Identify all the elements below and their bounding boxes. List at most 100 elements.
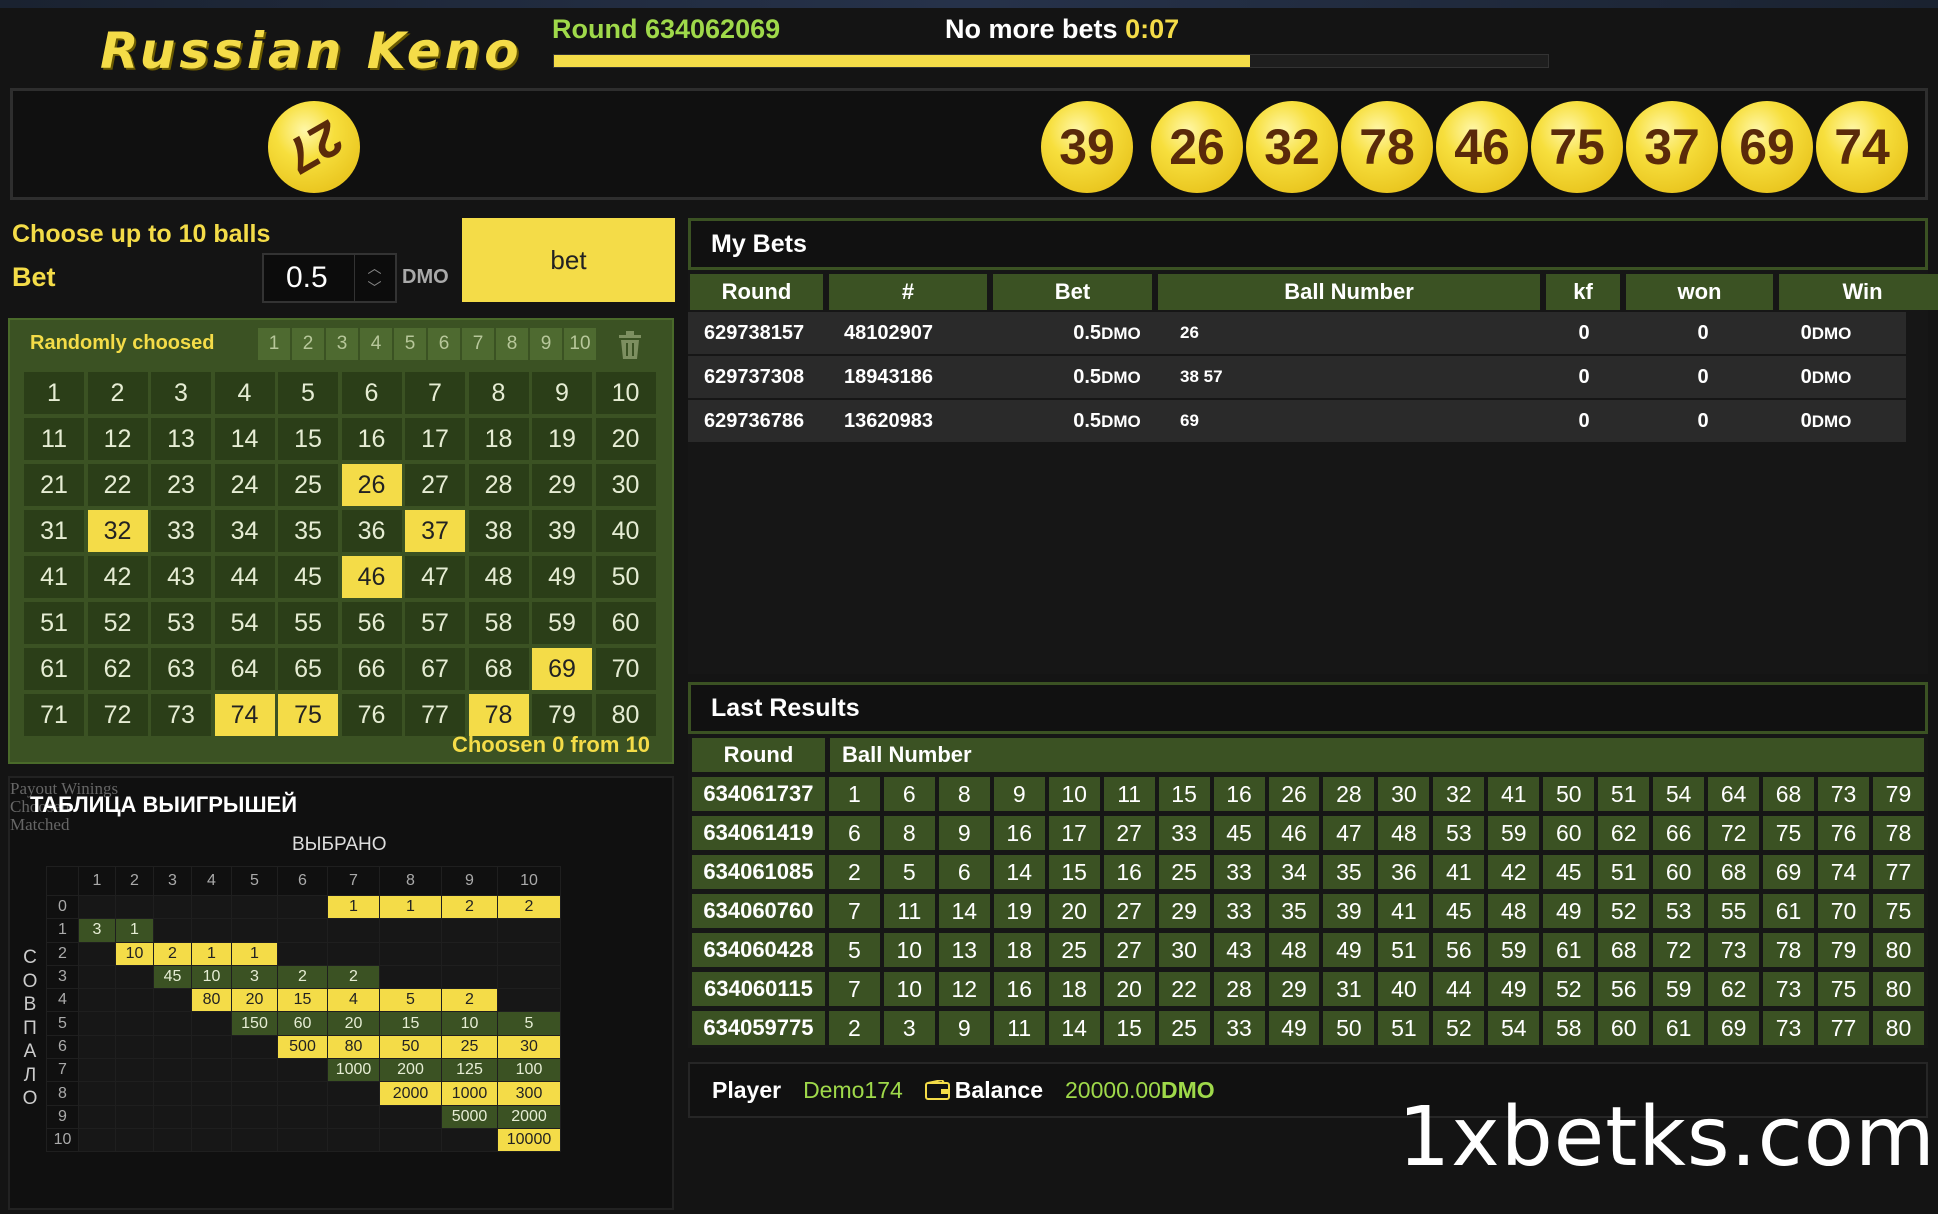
number-cell[interactable]: 60: [595, 602, 656, 644]
number-cell[interactable]: 35: [278, 510, 338, 552]
bet-button[interactable]: bet: [462, 218, 675, 302]
number-cell[interactable]: 36: [341, 510, 402, 552]
number-cell[interactable]: 16: [341, 418, 402, 460]
number-cell[interactable]: 23: [151, 464, 211, 506]
number-cell[interactable]: 15: [278, 418, 338, 460]
number-cell[interactable]: 13: [151, 418, 211, 460]
number-cell[interactable]: 72: [87, 694, 148, 736]
number-cell[interactable]: 33: [151, 510, 211, 552]
number-cell[interactable]: 9: [532, 372, 592, 414]
number-cell[interactable]: 69: [532, 648, 592, 690]
number-cell[interactable]: 58: [468, 602, 529, 644]
number-cell[interactable]: 39: [532, 510, 592, 552]
number-cell[interactable]: 57: [405, 602, 465, 644]
number-cell[interactable]: 37: [405, 510, 465, 552]
bet-stepper[interactable]: ︿ ﹀: [354, 255, 394, 301]
number-cell[interactable]: 44: [214, 556, 275, 598]
number-cell[interactable]: 62: [87, 648, 148, 690]
number-cell[interactable]: 19: [532, 418, 592, 460]
number-cell[interactable]: 22: [87, 464, 148, 506]
number-cell[interactable]: 51: [24, 602, 84, 644]
chevron-up-icon[interactable]: ︿: [368, 258, 382, 278]
number-cell[interactable]: 38: [468, 510, 529, 552]
chevron-down-icon[interactable]: ﹀: [368, 278, 382, 298]
number-cell[interactable]: 47: [405, 556, 465, 598]
number-cell[interactable]: 7: [405, 372, 465, 414]
payout-cell: 3: [231, 964, 278, 990]
number-cell[interactable]: 4: [214, 372, 275, 414]
random-pick-2[interactable]: 2: [292, 328, 324, 360]
number-cell[interactable]: 70: [595, 648, 656, 690]
number-cell[interactable]: 54: [214, 602, 275, 644]
random-pick-6[interactable]: 6: [428, 328, 460, 360]
random-pick-4[interactable]: 4: [360, 328, 392, 360]
number-cell[interactable]: 61: [24, 648, 84, 690]
number-cell[interactable]: 67: [405, 648, 465, 690]
random-pick-8[interactable]: 8: [496, 328, 528, 360]
number-cell[interactable]: 5: [278, 372, 338, 414]
number-cell[interactable]: 73: [151, 694, 211, 736]
number-cell[interactable]: 74: [214, 694, 275, 736]
number-cell[interactable]: 50: [595, 556, 656, 598]
trash-icon[interactable]: [616, 330, 644, 360]
bet-amount-field[interactable]: 0.5 ︿ ﹀: [262, 253, 397, 303]
number-cell[interactable]: 42: [87, 556, 148, 598]
number-cell[interactable]: 1: [24, 372, 84, 414]
random-pick-10[interactable]: 10: [564, 328, 596, 360]
number-cell[interactable]: 79: [532, 694, 592, 736]
number-cell[interactable]: 48: [468, 556, 529, 598]
number-cell[interactable]: 43: [151, 556, 211, 598]
number-cell[interactable]: 46: [341, 556, 402, 598]
number-cell[interactable]: 30: [595, 464, 656, 506]
number-cell[interactable]: 18: [468, 418, 529, 460]
number-cell[interactable]: 45: [278, 556, 338, 598]
number-cell[interactable]: 76: [341, 694, 402, 736]
number-cell[interactable]: 3: [151, 372, 211, 414]
number-cell[interactable]: 75: [278, 694, 338, 736]
result-ball: 48: [1268, 933, 1320, 967]
random-pick-1[interactable]: 1: [258, 328, 290, 360]
random-pick-7[interactable]: 7: [462, 328, 494, 360]
number-cell[interactable]: 34: [214, 510, 275, 552]
number-cell[interactable]: 56: [341, 602, 402, 644]
number-cell[interactable]: 49: [532, 556, 592, 598]
number-cell[interactable]: 6: [341, 372, 402, 414]
random-pick-5[interactable]: 5: [394, 328, 426, 360]
number-cell[interactable]: 53: [151, 602, 211, 644]
number-cell[interactable]: 27: [405, 464, 465, 506]
number-cell[interactable]: 11: [24, 418, 84, 460]
number-cell[interactable]: 24: [214, 464, 275, 506]
number-cell[interactable]: 41: [24, 556, 84, 598]
number-cell[interactable]: 21: [24, 464, 84, 506]
number-cell[interactable]: 55: [278, 602, 338, 644]
number-cell[interactable]: 77: [405, 694, 465, 736]
number-cell[interactable]: 63: [151, 648, 211, 690]
number-cell[interactable]: 66: [341, 648, 402, 690]
random-pick-9[interactable]: 9: [530, 328, 562, 360]
number-cell[interactable]: 52: [87, 602, 148, 644]
number-cell[interactable]: 59: [532, 602, 592, 644]
bet-amount-value[interactable]: 0.5: [264, 261, 354, 295]
number-cell[interactable]: 20: [595, 418, 656, 460]
number-cell[interactable]: 8: [468, 372, 529, 414]
number-cell[interactable]: 26: [341, 464, 402, 506]
number-cell[interactable]: 17: [405, 418, 465, 460]
number-cell[interactable]: 64: [214, 648, 275, 690]
number-cell[interactable]: 80: [595, 694, 656, 736]
number-cell[interactable]: 25: [278, 464, 338, 506]
number-cell[interactable]: 65: [278, 648, 338, 690]
number-cell[interactable]: 31: [24, 510, 84, 552]
number-cell[interactable]: 78: [468, 694, 529, 736]
number-cell[interactable]: 12: [87, 418, 148, 460]
number-cell[interactable]: 14: [214, 418, 275, 460]
number-cell[interactable]: 10: [595, 372, 656, 414]
number-cell[interactable]: 40: [595, 510, 656, 552]
number-cell[interactable]: 29: [532, 464, 592, 506]
number-cell[interactable]: 32: [87, 510, 148, 552]
number-cell[interactable]: 28: [468, 464, 529, 506]
number-cell[interactable]: 2: [87, 372, 148, 414]
random-pick-3[interactable]: 3: [326, 328, 358, 360]
my-bets-won-value: 0: [1697, 409, 1709, 432]
number-cell[interactable]: 68: [468, 648, 529, 690]
number-cell[interactable]: 71: [24, 694, 84, 736]
